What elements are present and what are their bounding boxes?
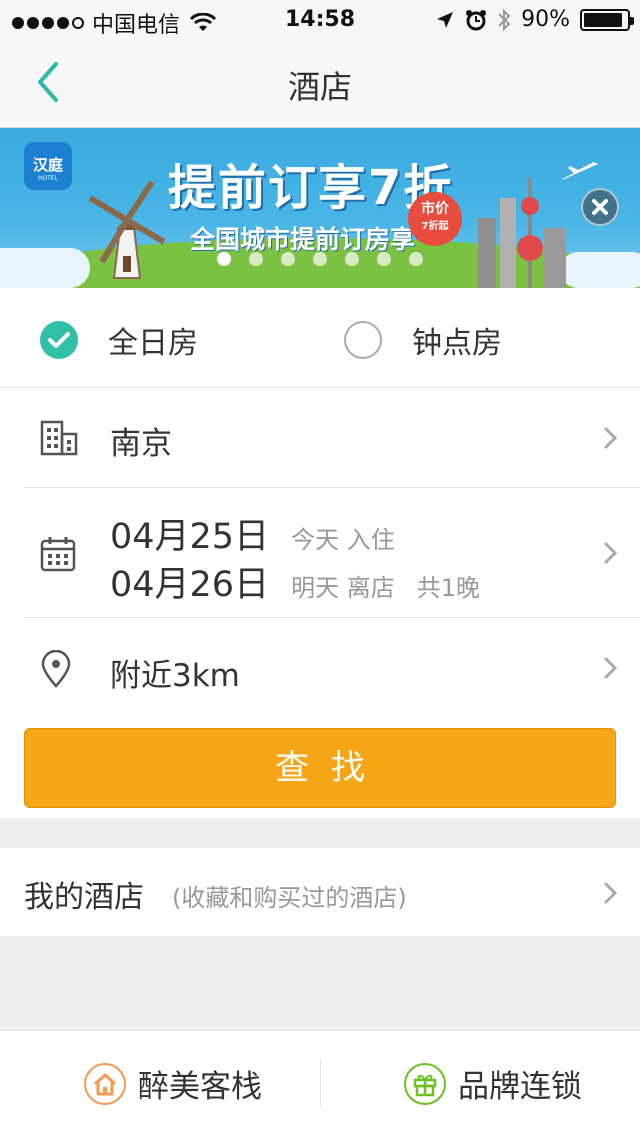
checkout-date: 04月26日 [110,565,270,605]
calendar-icon [40,537,76,572]
inn-button[interactable]: 醉美客栈 [84,1061,262,1106]
brand-chain-button[interactable]: 品牌连锁 [404,1061,582,1106]
page-title: 酒店 [287,68,352,106]
banner-subline: 全国城市提前订房享 [190,225,416,254]
status-right: 90% [435,7,634,32]
nav-bar: 酒店 [0,40,640,128]
status-bar: 中国电信 14:58 90% [0,0,640,40]
pager-dot[interactable] [313,252,327,266]
brand-sub: HOTEL [37,175,59,182]
badge-line1: 市价 [421,201,449,217]
pager-dot[interactable] [281,252,295,266]
close-icon [592,199,608,215]
room-option-hourly[interactable]: 钟点房 [344,318,502,362]
city-row[interactable]: 南京 [24,388,640,488]
price-badge: 市价 7折起 [408,192,462,246]
bottom-divider [320,1059,321,1107]
badge-line2: 7折起 [421,221,449,232]
pager-dot[interactable] [345,252,359,266]
building-icon [40,420,78,456]
map-pin-icon [41,650,71,688]
brand-chain-label: 品牌连锁 [458,1069,582,1105]
search-button[interactable]: 查找 [24,728,616,808]
chevron-right-icon [603,426,618,450]
room-option-label: 全日房 [108,326,198,361]
radio-unchecked-icon [344,321,382,359]
chevron-right-icon [603,541,618,565]
location-value: 附近3km [110,658,240,694]
plane-illustration [562,162,598,180]
bottom-bar: 醉美客栈 品牌连锁 [0,1030,640,1136]
brand-logo: 汉庭 HOTEL [24,142,72,190]
windmill-illustration [88,180,166,279]
room-option-fullday[interactable]: 全日房 [40,318,198,362]
bluetooth-icon [498,8,511,31]
pager-dot[interactable] [249,252,263,266]
battery-icon [580,8,634,31]
location-row[interactable]: 附近3km [24,618,640,718]
city-value: 南京 [110,426,172,462]
checkin-line: 04月25日 今天 入住 [110,508,395,559]
pager-dot[interactable] [377,252,391,266]
alarm-icon [466,9,487,30]
chevron-right-icon [603,656,618,680]
date-row[interactable]: 04月25日 今天 入住 04月26日 明天 离店 共1晚 [24,488,640,618]
search-form: 全日房 钟点房 南京 04月25日 今天 入住 04月26日 明天 离店 共1晚… [0,288,640,818]
house-icon [84,1062,126,1105]
inn-label: 醉美客栈 [138,1069,262,1105]
my-hotel-hint: (收藏和购买过的酒店) [172,884,407,912]
room-option-label: 钟点房 [412,326,502,361]
battery-percent: 90% [521,7,570,32]
checkout-hint: 明天 离店 [291,574,395,602]
brand-name: 汉庭 [32,156,63,174]
banner-pager[interactable] [0,252,640,266]
nights-count: 共1晚 [416,574,480,602]
battery-level [584,12,622,27]
checkout-line: 04月26日 明天 离店 共1晚 [110,556,480,607]
pager-dot[interactable] [409,252,423,266]
check-circle-icon [40,321,78,359]
room-type-row: 全日房 钟点房 [0,288,640,388]
chevron-right-icon [603,881,618,905]
gift-icon [404,1062,446,1105]
my-hotel-label: 我的酒店 [24,880,144,915]
checkin-date: 04月25日 [110,517,270,557]
checkin-hint: 今天 入住 [291,526,395,554]
pager-dot[interactable] [217,252,231,266]
banner-close-button[interactable] [581,188,619,226]
my-hotel-row[interactable]: 我的酒店 (收藏和购买过的酒店) [0,848,640,936]
location-arrow-icon [437,11,454,28]
